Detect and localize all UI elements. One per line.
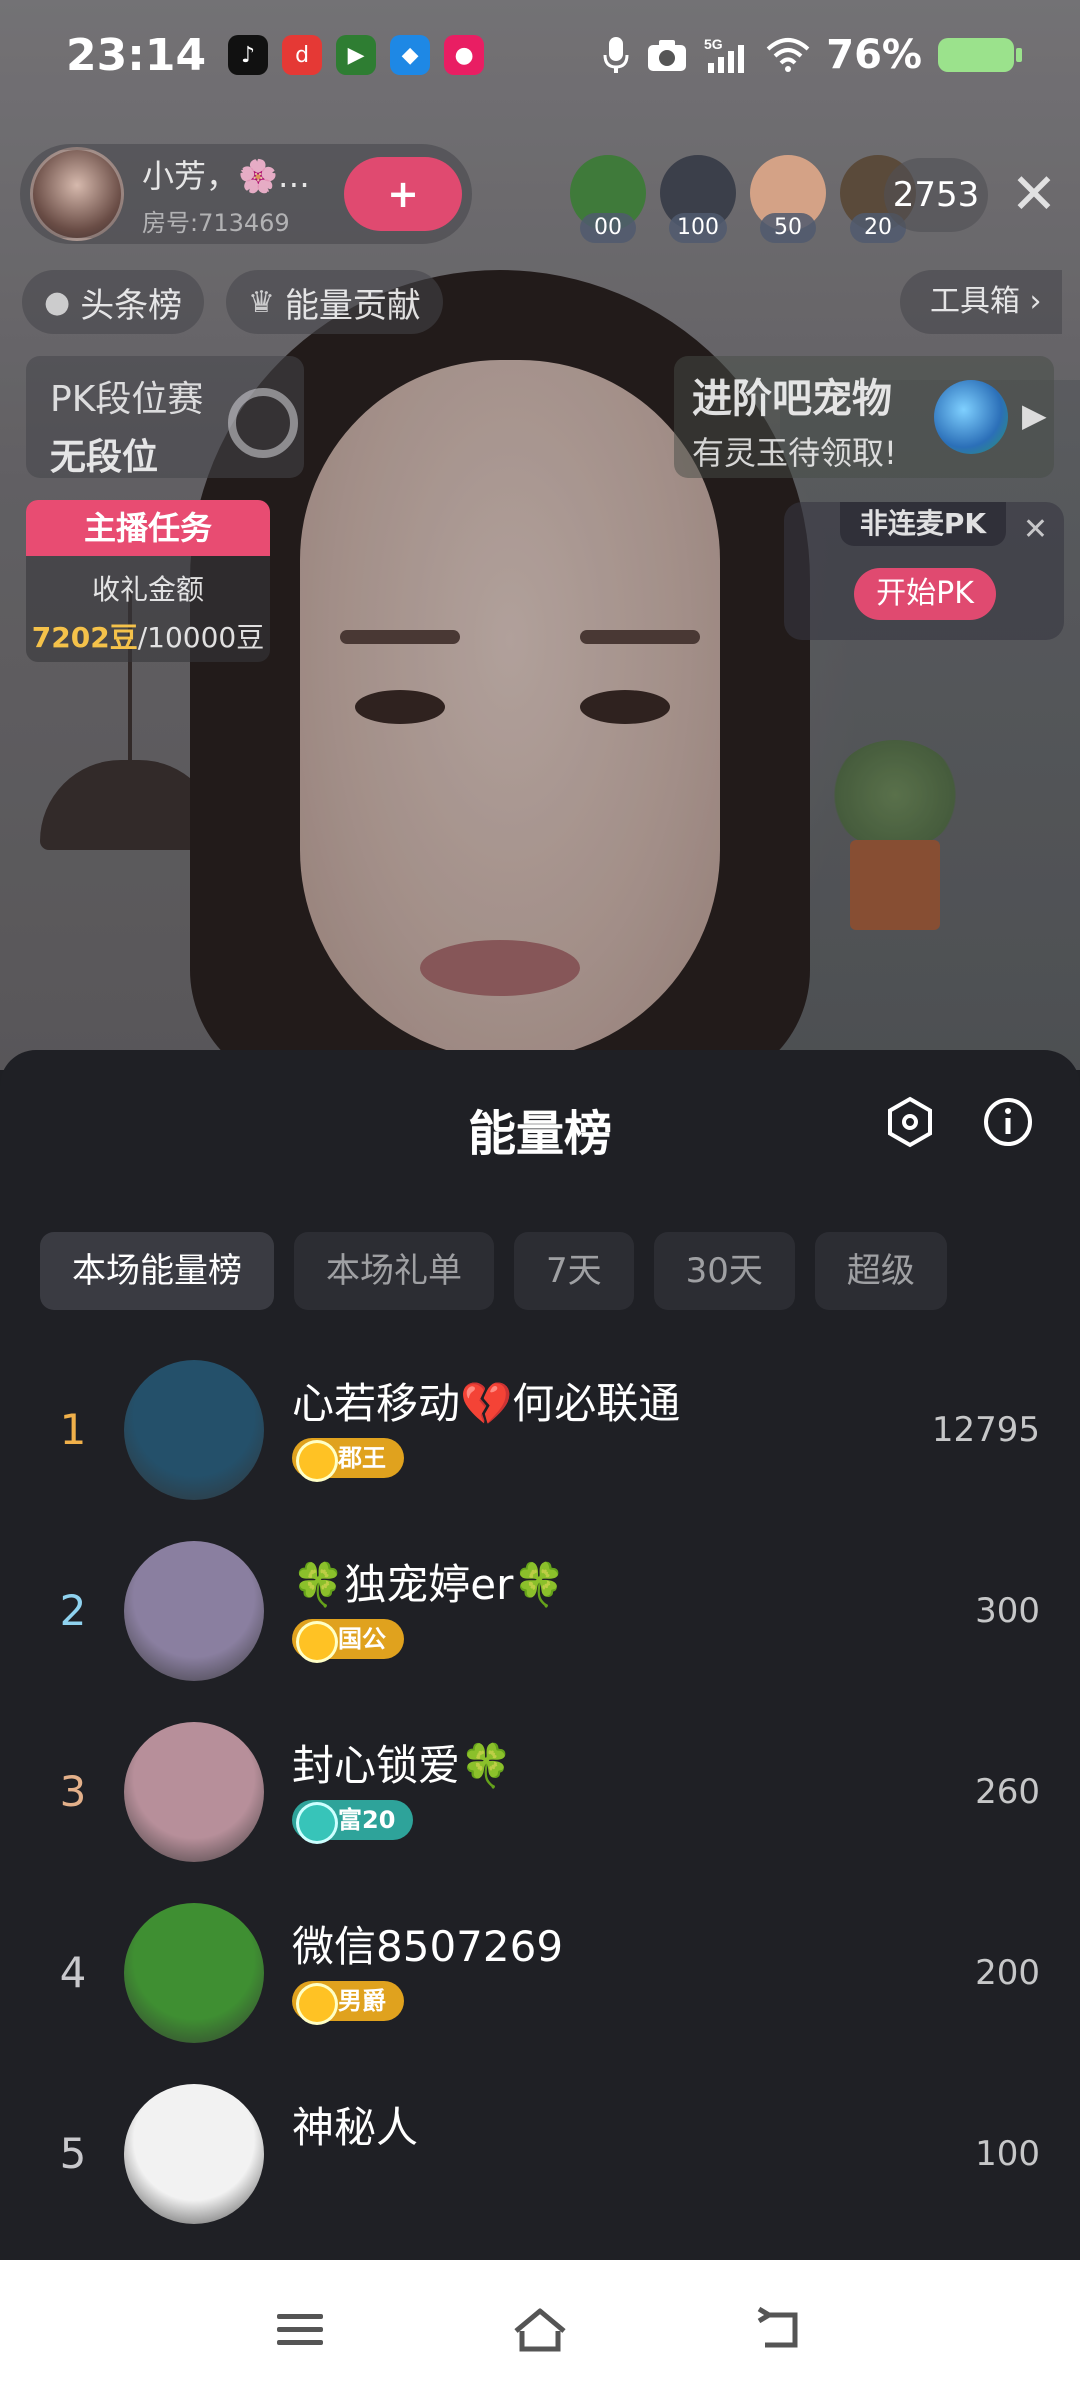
viewer-contribution: 100	[669, 213, 727, 243]
ranking-list: 1 心若移动💔何必联通郡王 12795 2 🍀独宠婷er🍀 国公 300 3 封心锁爱🍀 富20 2…	[0, 1360, 1080, 2265]
back-icon[interactable]	[740, 2290, 820, 2370]
user-name: 微信8507269	[292, 1922, 564, 1971]
signal-5g-icon: 5G	[704, 36, 745, 73]
svg-text:5G: 5G	[704, 36, 723, 52]
rank-number: 3	[59, 1767, 87, 1816]
pk-swirl-icon	[228, 388, 298, 458]
status-bar: 23:14 ♪ d ▶ ◆ ● 5G 76%	[0, 0, 1080, 110]
level-badge: 富20	[292, 1800, 414, 1840]
task-target: /10000豆	[137, 621, 265, 654]
pink-app-icon: ●	[444, 35, 485, 75]
host-info-pill[interactable]: 小芳，🌸… 房号:713469 +	[20, 144, 472, 244]
energy-contribution-label: 能量贡献	[284, 285, 421, 326]
user-avatar[interactable]	[124, 1903, 264, 2043]
ranking-tab[interactable]: 本场能量榜	[40, 1232, 274, 1310]
viewer-contribution: 50	[760, 213, 816, 243]
wifi-icon	[766, 38, 810, 72]
energy-score: 300	[975, 1591, 1040, 1631]
viewer-avatar[interactable]: 50	[750, 155, 826, 243]
ranking-row[interactable]: 2 🍀独宠婷er🍀 国公 300	[0, 1541, 1080, 1722]
notification-app-icons: ♪ d ▶ ◆ ●	[228, 35, 485, 75]
viewer-avatar[interactable]: 00	[570, 155, 646, 243]
info-icon[interactable]	[976, 1090, 1040, 1154]
menu-icon[interactable]	[260, 2290, 340, 2370]
user-avatar[interactable]	[124, 1360, 264, 1500]
ranking-tab[interactable]: 30天	[653, 1232, 795, 1310]
ranking-row[interactable]: 5 神秘人 100	[0, 2084, 1080, 2265]
battery-icon	[938, 38, 1022, 72]
task-header: 主播任务	[26, 500, 270, 556]
settings-hexagon-icon[interactable]	[878, 1090, 942, 1154]
pet-arrow-icon[interactable]: ▶	[1022, 396, 1047, 434]
task-current: 7202豆	[31, 621, 138, 654]
ranking-row[interactable]: 1 心若移动💔何必联通郡王 12795	[0, 1360, 1080, 1541]
tiktok-icon: ♪	[228, 35, 269, 75]
non-link-pk-card: 非连麦PK ✕ 开始PK	[784, 502, 1064, 640]
ranking-tab[interactable]: 本场礼单	[294, 1232, 494, 1310]
battery-percent: 76%	[826, 32, 922, 78]
headline-ranking-button[interactable]: ● 头条榜	[22, 270, 205, 334]
start-pk-button[interactable]: 开始PK	[854, 568, 996, 620]
home-icon[interactable]	[500, 2290, 580, 2370]
task-label: 收礼金额	[91, 573, 204, 606]
dou-app-icon: d	[282, 35, 323, 75]
status-indicators: 5G 76%	[602, 32, 1022, 78]
play-app-icon: ▶	[336, 35, 377, 75]
ranking-tab[interactable]: 超级	[814, 1232, 947, 1310]
task-progress: 7202豆/10000豆	[26, 616, 270, 656]
toolbox-button[interactable]: 工具箱 ›	[900, 270, 1062, 334]
user-name: 心若移动💔何必联通	[292, 1379, 681, 1428]
pet-orb-icon	[934, 380, 1008, 454]
user-avatar[interactable]	[124, 1722, 264, 1862]
close-icon[interactable]: ✕	[1023, 512, 1048, 547]
rank-number: 1	[59, 1405, 87, 1454]
user-name: 🍀独宠婷er🍀	[292, 1560, 566, 1609]
user-name: 神秘人	[292, 2103, 419, 2152]
headline-ranking-label: 头条榜	[80, 285, 183, 326]
microphone-icon	[603, 37, 629, 73]
energy-score: 100	[975, 2134, 1040, 2174]
camera-icon	[648, 40, 687, 71]
non-link-pk-title: 非连麦PK	[840, 502, 1006, 546]
close-icon[interactable]: ✕	[1006, 160, 1062, 230]
energy-score: 200	[975, 1953, 1040, 1993]
level-badge: 男爵	[292, 1981, 404, 2021]
rank-number: 5	[59, 2129, 87, 2178]
rank-number: 2	[59, 1586, 87, 1635]
ranking-row[interactable]: 3 封心锁爱🍀 富20 260	[0, 1722, 1080, 1903]
rank-number: 4	[59, 1948, 87, 1997]
user-avatar[interactable]	[124, 1541, 264, 1681]
viewer-count[interactable]: 2753	[884, 158, 988, 232]
top-viewers: 00 100 50 20	[570, 155, 916, 243]
host-task-card[interactable]: 主播任务 收礼金额 7202豆/10000豆	[26, 500, 270, 662]
host-name: 小芳，🌸…	[142, 156, 310, 195]
ranking-tab[interactable]: 7天	[514, 1232, 634, 1310]
user-avatar[interactable]	[124, 2084, 264, 2224]
host-avatar[interactable]	[30, 147, 124, 241]
level-badge: 国公	[292, 1619, 404, 1659]
energy-score: 12795	[931, 1410, 1040, 1450]
flame-icon: ●	[44, 284, 71, 320]
ranking-row[interactable]: 4 微信8507269 男爵 200	[0, 1903, 1080, 2084]
status-time: 23:14	[66, 29, 207, 81]
level-badge: 郡王	[292, 1438, 404, 1478]
host-room-number: 房号:713469	[142, 208, 290, 237]
viewer-contribution: 00	[580, 213, 636, 243]
crown-icon: ♛	[248, 284, 275, 320]
energy-contribution-button[interactable]: ♛ 能量贡献	[226, 270, 443, 334]
viewer-avatar[interactable]: 100	[660, 155, 736, 243]
system-nav-bar	[0, 2260, 1080, 2400]
energy-score: 260	[975, 1772, 1040, 1812]
user-name: 封心锁爱🍀	[292, 1741, 513, 1790]
follow-button[interactable]: +	[344, 157, 462, 231]
energy-ranking-sheet: 能量榜 本场能量榜 本场礼单 7天 30天 超级 1 心若移动💔何必联通 郡王 12795 2 🍀…	[0, 1050, 1080, 2260]
ranking-tabs: 本场能量榜 本场礼单 7天 30天 超级	[40, 1232, 947, 1310]
blue-app-icon: ◆	[390, 35, 431, 75]
